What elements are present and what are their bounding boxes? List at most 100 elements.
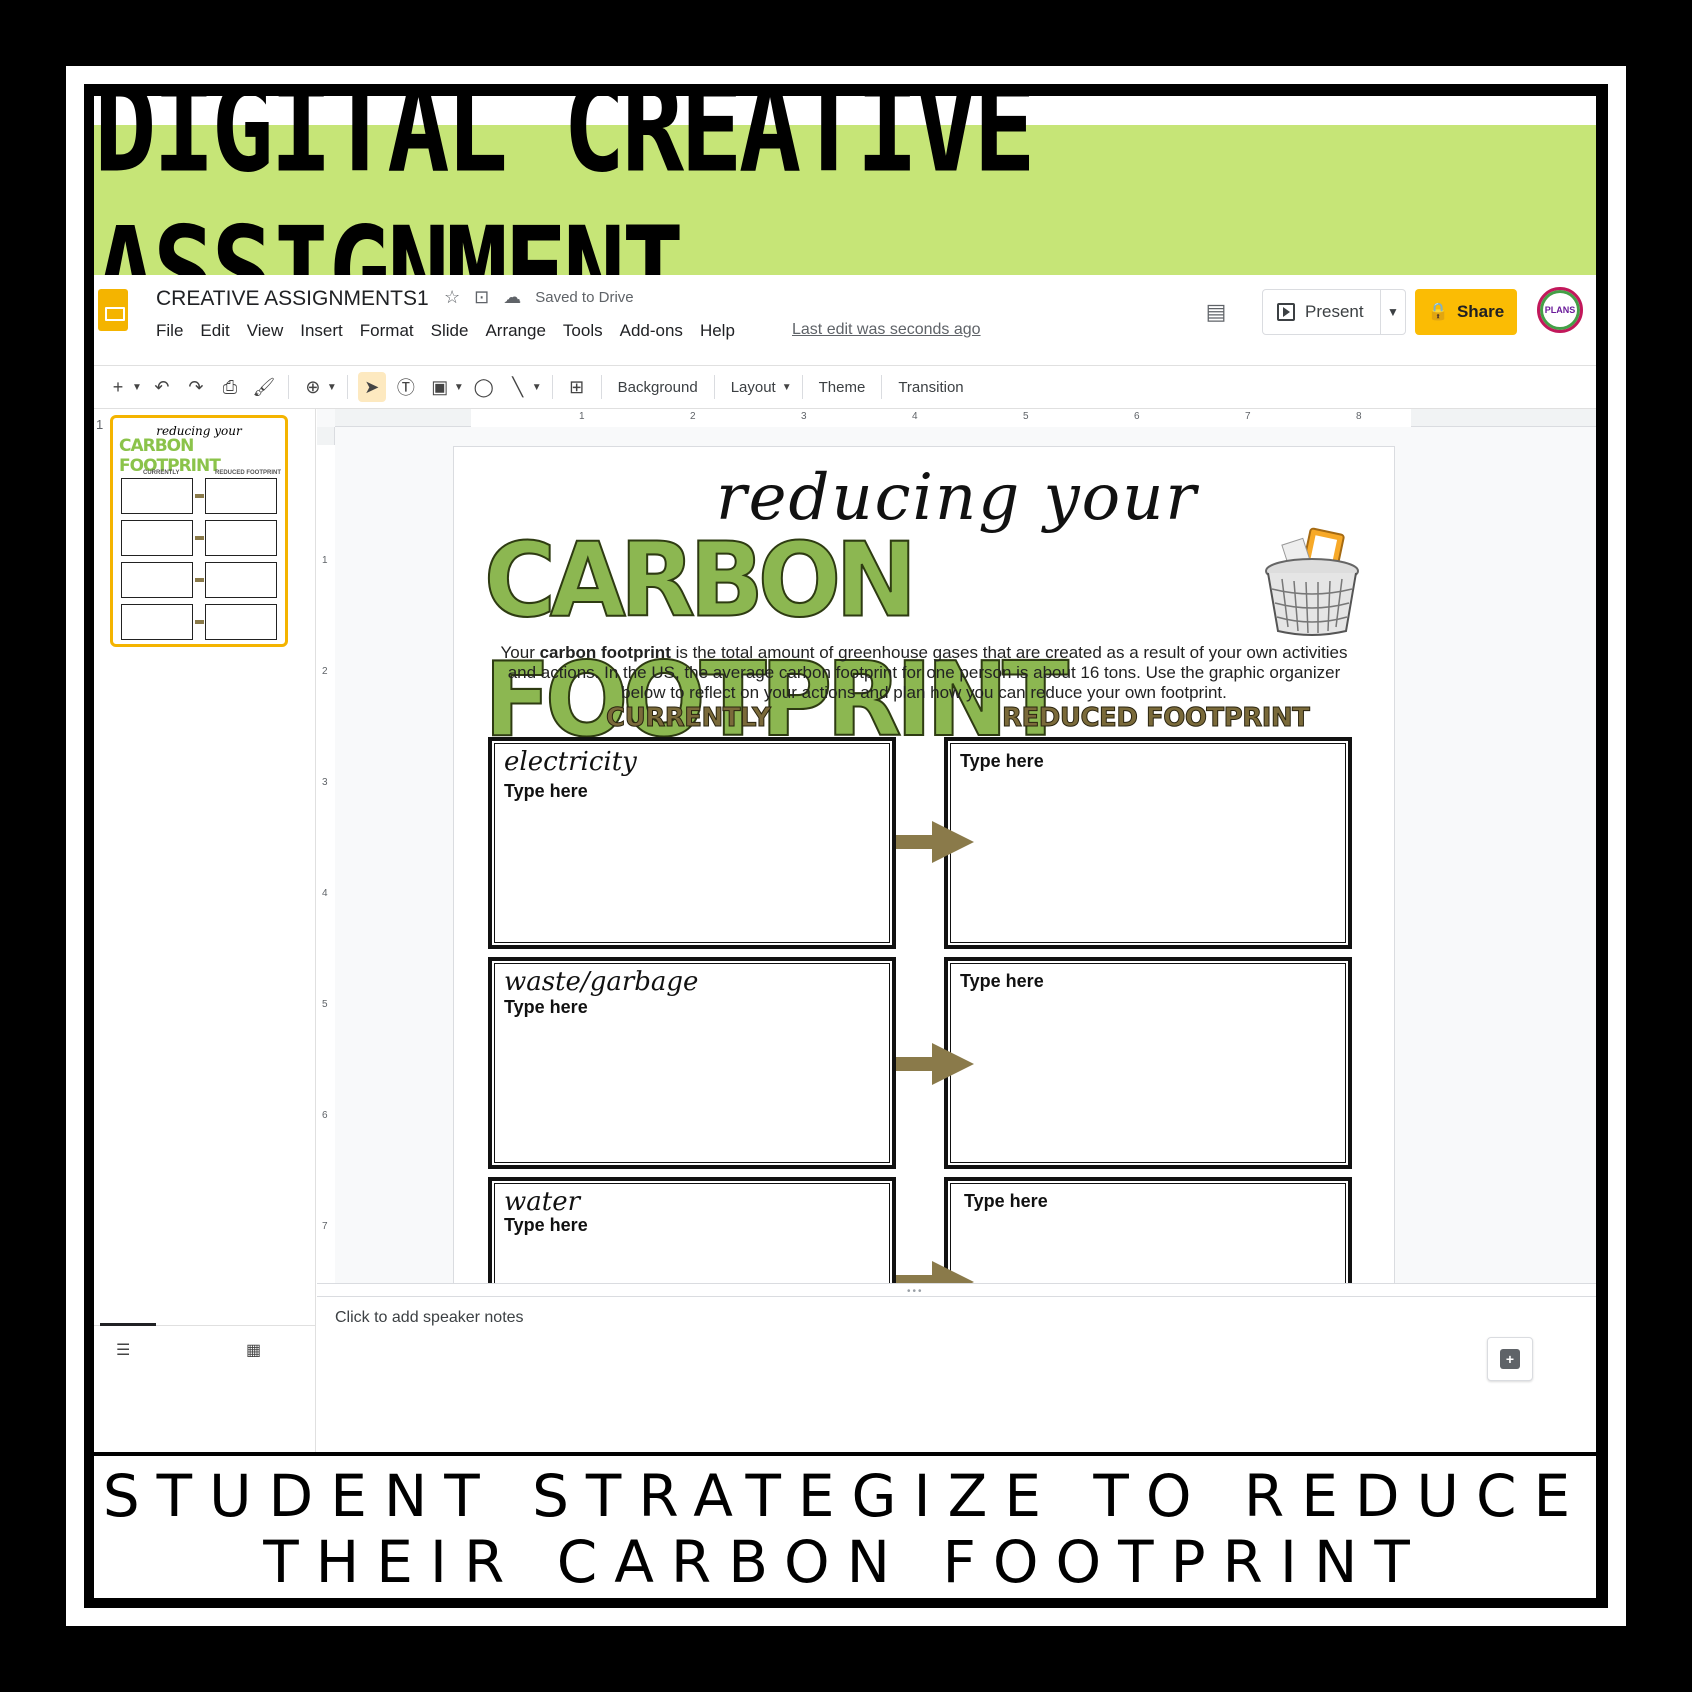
caption-line-2: THEIR CARBON FOOTPRINT <box>263 1528 1427 1596</box>
ruler-number: 8 <box>1356 411 1362 422</box>
line-icon[interactable]: ╲ <box>504 372 532 402</box>
ruler-number: 1 <box>579 411 585 422</box>
document-title[interactable]: CREATIVE ASSIGNMENTS1 <box>156 287 429 311</box>
menu-tools[interactable]: Tools <box>563 321 603 341</box>
last-edit-link[interactable]: Last edit was seconds ago <box>792 321 981 339</box>
title-bar: CREATIVE ASSIGNMENTS1 ☆ ⊡ ☁ Saved to Dri… <box>94 275 1596 355</box>
present-label: Present <box>1305 302 1364 321</box>
menu-help[interactable]: Help <box>700 321 735 341</box>
promo-canvas: DIGITAL CREATIVE ASSIGNMENT CREATIVE ASS… <box>94 96 1596 1598</box>
move-to-folder-icon[interactable]: ⊡ <box>474 287 489 308</box>
present-options-chevron-icon[interactable]: ▼ <box>1381 305 1405 319</box>
notes-resize-handle[interactable]: ••• <box>317 1283 1596 1297</box>
toolbar-divider <box>551 375 553 399</box>
bottom-caption: STUDENT STRATEGIZE TO REDUCE THEIR CARBO… <box>94 1460 1596 1598</box>
grid-view-icon[interactable]: ▦ <box>246 1340 261 1360</box>
share-label: Share <box>1456 302 1505 321</box>
vertical-ruler[interactable]: 1 2 3 4 5 6 7 <box>317 427 335 1283</box>
current-box-electricity[interactable]: electricity Type here <box>488 737 896 949</box>
caption-line-1: STUDENT STRATEGIZE TO REDUCE <box>102 1462 1588 1530</box>
layout-button[interactable]: Layout <box>725 379 782 396</box>
text-box-icon[interactable]: Ⓣ <box>392 372 420 402</box>
toolbar-divider <box>600 375 602 399</box>
menu-file[interactable]: File <box>156 321 183 341</box>
toolbar-divider <box>801 375 803 399</box>
image-chevron-icon[interactable]: ▼ <box>454 382 464 393</box>
desc-text: Your <box>500 643 540 662</box>
slides-logo-icon[interactable] <box>98 289 128 331</box>
slide-description[interactable]: Your carbon footprint is the total amoun… <box>494 643 1354 703</box>
menu-addons[interactable]: Add-ons <box>620 321 683 341</box>
present-main-button[interactable]: Present <box>1263 290 1381 334</box>
horizontal-ruler[interactable]: 1 2 3 4 5 6 7 8 <box>335 409 1596 427</box>
add-comment-icon[interactable]: ⊞ <box>563 372 591 402</box>
menu-format[interactable]: Format <box>360 321 414 341</box>
slide-thumbnail[interactable]: reducing your CARBON FOOTPRINT CURRENTLY… <box>110 415 288 647</box>
reduced-box-waste[interactable]: Type here <box>944 957 1352 1169</box>
type-here-field[interactable]: Type here <box>504 1215 588 1236</box>
paint-format-icon[interactable]: 🖌 <box>250 372 278 402</box>
row-label: electricity <box>504 747 637 777</box>
menu-insert[interactable]: Insert <box>300 321 343 341</box>
layout-chevron-icon[interactable]: ▼ <box>782 382 792 393</box>
thumb-box <box>121 604 193 640</box>
reduced-box-electricity[interactable]: Type here <box>944 737 1352 949</box>
filmstrip-view-icon[interactable]: ☰ <box>116 1340 130 1360</box>
share-button[interactable]: 🔒 Share <box>1415 289 1517 335</box>
ruler-number: 2 <box>322 666 328 677</box>
recycle-bin-icon <box>1265 527 1359 636</box>
account-avatar[interactable]: PLANS <box>1537 287 1583 333</box>
type-here-field[interactable]: Type here <box>504 997 588 1018</box>
comment-history-icon[interactable]: ▤ <box>1202 299 1230 327</box>
new-slide-icon[interactable]: + <box>104 372 132 402</box>
redo-icon[interactable]: ↷ <box>182 372 210 402</box>
zoom-icon[interactable]: ⊕ <box>299 372 327 402</box>
transition-button[interactable]: Transition <box>892 379 969 396</box>
menu-bar: File Edit View Insert Format Slide Arran… <box>156 321 735 341</box>
speaker-notes-panel[interactable]: Click to add speaker notes + <box>317 1297 1596 1407</box>
thumb-col-reduced: REDUCED FOOTPRINT <box>215 470 281 476</box>
slide-filmstrip: 1 reducing your CARBON FOOTPRINT CURRENT… <box>94 409 316 1452</box>
title-actions: ☆ ⊡ ☁ Saved to Drive <box>444 287 634 308</box>
type-here-field[interactable]: Type here <box>960 971 1044 992</box>
current-box-water[interactable]: water Type here <box>488 1177 896 1283</box>
explore-icon: + <box>1500 1349 1520 1369</box>
menu-view[interactable]: View <box>247 321 284 341</box>
background-button[interactable]: Background <box>612 379 704 396</box>
present-button[interactable]: Present ▼ <box>1262 289 1406 335</box>
slide-canvas[interactable]: reducing your CARBON FOOTPRINT Your carb… <box>453 446 1395 1283</box>
thumb-box <box>121 520 193 556</box>
filmstrip-view-toggle: ☰ ▦ <box>94 1323 316 1373</box>
theme-button[interactable]: Theme <box>813 379 872 396</box>
menu-arrange[interactable]: Arrange <box>485 321 545 341</box>
banner-title: DIGITAL CREATIVE ASSIGNMENT <box>94 96 1036 344</box>
reduced-box-water[interactable]: Type here <box>944 1177 1352 1283</box>
select-cursor-icon[interactable]: ➤ <box>357 372 386 402</box>
ruler-number: 6 <box>1134 411 1140 422</box>
thumb-arrow <box>195 536 204 540</box>
slide-editor: 1 2 3 4 5 6 7 8 1 2 3 4 5 6 7 reducing y… <box>317 409 1596 1283</box>
thumb-arrow <box>195 494 204 498</box>
explore-button[interactable]: + <box>1487 1337 1533 1381</box>
undo-icon[interactable]: ↶ <box>148 372 176 402</box>
ruler-number: 1 <box>322 555 328 566</box>
menu-edit[interactable]: Edit <box>200 321 229 341</box>
menu-slide[interactable]: Slide <box>431 321 469 341</box>
new-slide-chevron-icon[interactable]: ▼ <box>132 382 142 393</box>
type-here-field[interactable]: Type here <box>964 1191 1048 1212</box>
type-here-field[interactable]: Type here <box>504 781 588 802</box>
type-here-field[interactable]: Type here <box>960 751 1044 772</box>
speaker-notes-placeholder[interactable]: Click to add speaker notes <box>335 1309 524 1327</box>
zoom-chevron-icon[interactable]: ▼ <box>327 382 337 393</box>
shape-icon[interactable]: ◯ <box>470 372 498 402</box>
image-icon[interactable]: ▣ <box>426 372 454 402</box>
line-chevron-icon[interactable]: ▼ <box>532 382 542 393</box>
column-header-currently: CURRENTLY <box>605 703 771 734</box>
avatar-text: PLANS <box>1544 305 1576 315</box>
current-box-waste[interactable]: waste/garbage Type here <box>488 957 896 1169</box>
toolbar-divider <box>287 375 289 399</box>
print-icon[interactable]: ⎙ <box>216 372 244 402</box>
star-icon[interactable]: ☆ <box>444 287 460 308</box>
ruler-number: 3 <box>801 411 807 422</box>
thumb-box <box>205 562 277 598</box>
